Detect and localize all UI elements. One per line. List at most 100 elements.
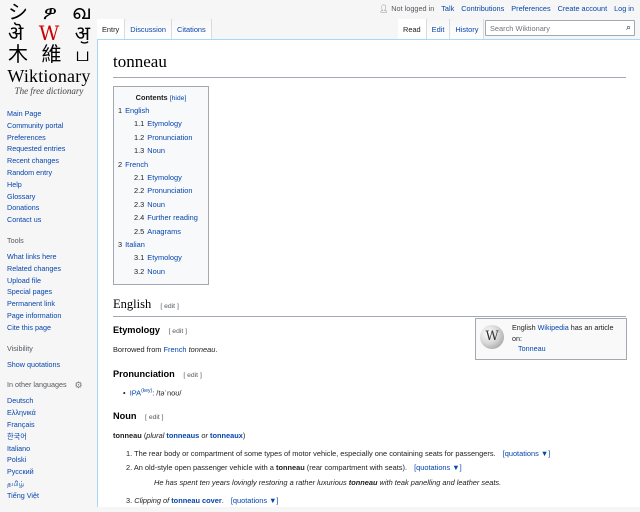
sidebar-link[interactable]: Show quotations <box>7 360 60 369</box>
sidebar-item-language[interactable]: Ελληνικά <box>7 407 98 419</box>
sidebar-link[interactable]: Community portal <box>7 121 63 130</box>
toc-text[interactable]: Noun <box>147 200 165 209</box>
language-link[interactable]: Ελληνικά <box>7 408 36 417</box>
edit-section-link[interactable]: [ edit ] <box>160 303 179 310</box>
toc-text[interactable]: English <box>125 106 149 115</box>
toc-link[interactable]: 1.3 Noun <box>134 146 165 155</box>
quotations-toggle[interactable]: [quotations ▼] <box>231 496 279 505</box>
wikipedia-article-link[interactable]: Tonneau <box>518 344 546 353</box>
sidebar-item-random-entry[interactable]: Random entry <box>7 167 98 179</box>
toc-item[interactable]: 2.2 Pronunciation <box>118 184 204 197</box>
language-link[interactable]: 한국어 <box>7 432 27 441</box>
tab-label[interactable]: Read <box>403 25 421 34</box>
sidebar-link[interactable]: Recent changes <box>7 156 59 165</box>
toc-link[interactable]: 2.3 Noun <box>134 200 165 209</box>
toc-link[interactable]: 3.2 Noun <box>134 267 165 276</box>
sidebar-link[interactable]: Glossary <box>7 192 35 201</box>
sidebar-item-cite-this-page[interactable]: Cite this page <box>7 322 98 334</box>
wiktionary-logo[interactable]: シ ዎ ഖ ऄ W ॶ 木 維 ப Wiktionary The free di… <box>0 0 98 106</box>
toc-text[interactable]: Noun <box>147 267 165 276</box>
tab-label[interactable]: Entry <box>102 25 119 34</box>
sidebar-link[interactable]: Permanent link <box>7 299 55 308</box>
toc-item[interactable]: 1.3 Noun <box>118 144 204 157</box>
toc-item[interactable]: 2 French <box>118 158 204 171</box>
wikipedia-link[interactable]: Wikipedia <box>538 323 569 332</box>
sidebar-link[interactable]: Contact us <box>7 215 41 224</box>
toc-link[interactable]: 2 French <box>118 160 148 169</box>
toc-item[interactable]: 2.3 Noun <box>118 198 204 211</box>
sidebar-item-preferences[interactable]: Preferences <box>7 132 98 144</box>
sidebar-link[interactable]: Donations <box>7 203 39 212</box>
toc-item[interactable]: 2.4 Further reading <box>118 211 204 224</box>
sidebar-item-community-portal[interactable]: Community portal <box>7 120 98 132</box>
sidebar-link[interactable]: Page information <box>7 311 61 320</box>
toc-item[interactable]: 3.2 Noun <box>118 265 204 278</box>
language-link[interactable]: தமிழ் <box>7 479 25 488</box>
sidebar-item-language[interactable]: Русский <box>7 466 98 478</box>
preferences-link[interactable]: Preferences <box>511 4 550 13</box>
sidebar-item-language[interactable]: Polski <box>7 454 98 466</box>
toc-item[interactable]: 1.2 Pronunciation <box>118 131 204 144</box>
sidebar-item-permanent-link[interactable]: Permanent link <box>7 298 98 310</box>
language-link[interactable]: Italiano <box>7 444 30 453</box>
sidebar-link[interactable]: Help <box>7 180 22 189</box>
toc-item[interactable]: 1.1 Etymology <box>118 117 204 130</box>
tab-label[interactable]: History <box>455 25 478 34</box>
quotations-toggle[interactable]: [quotations ▼] <box>414 463 462 472</box>
toc-link[interactable]: 2.1 Etymology <box>134 173 182 182</box>
toc-text[interactable]: Pronunciation <box>147 133 192 142</box>
french-link[interactable]: French <box>164 345 187 354</box>
toc-item[interactable]: 3.1 Etymology <box>118 251 204 264</box>
talk-link[interactable]: Talk <box>441 4 454 13</box>
sidebar-item-show-quotations[interactable]: Show quotations <box>7 359 98 371</box>
toc-item[interactable]: 2.1 Etymology <box>118 171 204 184</box>
toc-link[interactable]: 3.1 Etymology <box>134 253 182 262</box>
language-link[interactable]: Русский <box>7 467 34 476</box>
tab-label[interactable]: Edit <box>432 25 445 34</box>
sidebar-item-glossary[interactable]: Glossary <box>7 191 98 203</box>
toc-text[interactable]: Italian <box>125 240 145 249</box>
toc-text[interactable]: Etymology <box>147 119 182 128</box>
toc-text[interactable]: Anagrams <box>147 227 181 236</box>
sidebar-link[interactable]: Related changes <box>7 264 61 273</box>
ipa-link[interactable]: IPA <box>130 388 141 397</box>
toc-link[interactable]: 2.2 Pronunciation <box>134 186 192 195</box>
plural-link[interactable]: tonneaus <box>166 431 199 440</box>
ipa-key-link[interactable]: (key) <box>141 388 152 394</box>
sidebar-item-upload-file[interactable]: Upload file <box>7 275 98 287</box>
sidebar-link[interactable]: Preferences <box>7 133 46 142</box>
contributions-link[interactable]: Contributions <box>461 4 504 13</box>
sidebar-item-what-links-here[interactable]: What links here <box>7 251 98 263</box>
sidebar-item-main-page[interactable]: Main Page <box>7 108 98 120</box>
sidebar-item-language[interactable]: Italiano <box>7 443 98 455</box>
toc-text[interactable]: Noun <box>147 146 165 155</box>
tab-read[interactable]: Read <box>398 19 427 40</box>
toc-link[interactable]: 1.1 Etymology <box>134 119 182 128</box>
toc-hide-link[interactable]: [hide] <box>170 95 187 102</box>
search-icon[interactable]: ⌕ <box>626 22 631 33</box>
sidebar-item-language[interactable]: தமிழ் <box>7 478 98 490</box>
tab-label[interactable]: Discussion <box>130 25 166 34</box>
language-link[interactable]: Français <box>7 420 35 429</box>
sidebar-link[interactable]: What links here <box>7 252 57 261</box>
log-in-link[interactable]: Log in <box>614 4 634 13</box>
toc-text[interactable]: Etymology <box>147 253 182 262</box>
toc-link[interactable]: 1.2 Pronunciation <box>134 133 192 142</box>
toc-link[interactable]: 1 English <box>118 106 149 115</box>
sidebar-link[interactable]: Requested entries <box>7 144 65 153</box>
sidebar-link[interactable]: Special pages <box>7 287 52 296</box>
search-input[interactable] <box>486 21 612 35</box>
toc-item[interactable]: 1 English <box>118 104 204 117</box>
sidebar-link[interactable]: Upload file <box>7 276 41 285</box>
language-link[interactable]: Polski <box>7 455 26 464</box>
gear-icon[interactable]: ⚙ <box>75 380 83 390</box>
sidebar-item-recent-changes[interactable]: Recent changes <box>7 155 98 167</box>
quotations-toggle[interactable]: [quotations ▼] <box>503 449 551 458</box>
sidebar-item-language[interactable]: Deutsch <box>7 395 98 407</box>
create-account-link[interactable]: Create account <box>558 4 608 13</box>
plural-link[interactable]: tonneaux <box>210 431 243 440</box>
toc-item[interactable]: 2.5 Anagrams <box>118 225 204 238</box>
sidebar-item-requested-entries[interactable]: Requested entries <box>7 143 98 155</box>
tab-citations[interactable]: Citations <box>171 19 212 40</box>
sidebar-link[interactable]: Random entry <box>7 168 52 177</box>
